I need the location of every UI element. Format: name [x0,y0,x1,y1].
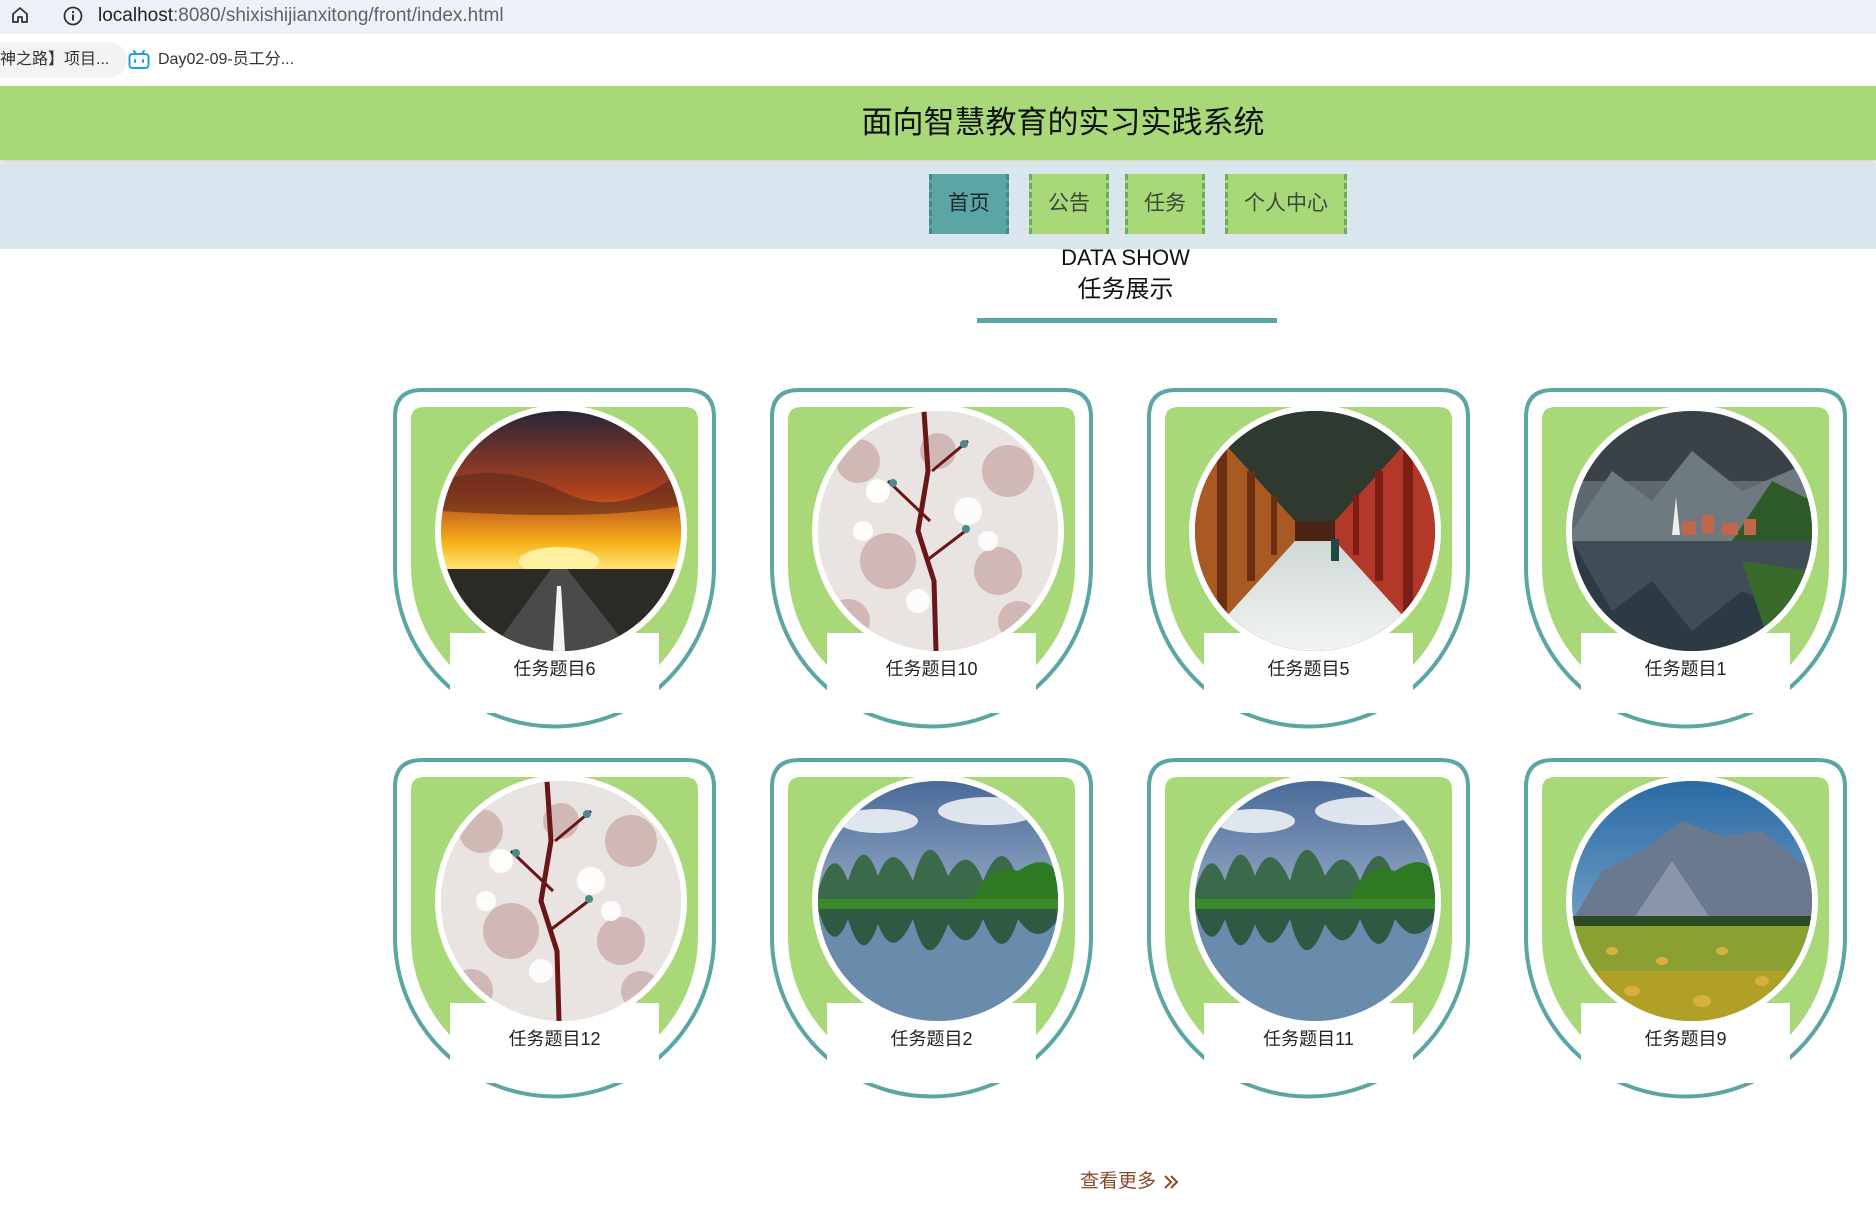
task-image[interactable] [1189,775,1441,1027]
double-chevron-right-icon [1164,1175,1179,1189]
nav-announcements[interactable]: 公告 [1029,174,1109,234]
task-image[interactable] [1566,405,1818,657]
task-card[interactable]: 任务题目11 [1146,757,1471,1100]
task-card[interactable]: 任务题目5 [1146,387,1471,730]
task-title: 任务题目6 [513,659,596,679]
task-title: 任务题目11 [1263,1029,1354,1049]
task-card[interactable]: 任务题目2 [769,757,1094,1100]
task-title: 任务题目5 [1267,659,1350,679]
bookmark-item[interactable]: Day02-09-员工分... [128,42,294,78]
site-header: 面向智慧教育的实习实践系统 [0,86,1876,160]
task-card[interactable]: 任务题目6 [392,387,717,730]
site-info-icon[interactable] [62,5,84,27]
section-subtitle: DATA SHOW [1061,245,1190,270]
task-image[interactable] [812,775,1064,1027]
task-title: 任务题目2 [890,1029,973,1049]
site-title: 面向智慧教育的实习实践系统 [861,105,1265,140]
task-card[interactable]: 任务题目12 [392,757,717,1100]
bookmark-label: 神之路】项目... [0,51,110,68]
task-title: 任务题目9 [1644,1029,1727,1049]
section-divider [977,318,1277,323]
bilibili-tv-icon [128,50,150,69]
nav-tasks[interactable]: 任务 [1125,174,1205,234]
view-more-label: 查看更多 [1080,1171,1157,1192]
url-path: :8080/shixishijianxitong/front/index.htm… [173,5,504,26]
address-bar: localhost:8080/shixishijianxitong/front/… [0,0,1876,34]
task-image[interactable] [812,405,1064,657]
task-image[interactable] [435,405,687,657]
bookmarks-bar: 神之路】项目... Day02-09-员工分... [0,34,1876,86]
task-title: 任务题目10 [885,659,978,679]
task-card[interactable]: 任务题目9 [1523,757,1848,1100]
task-title: 任务题目12 [508,1029,601,1049]
url-field[interactable]: localhost:8080/shixishijianxitong/front/… [98,4,504,28]
home-icon[interactable] [8,3,32,27]
task-title: 任务题目1 [1644,659,1727,679]
bookmark-label: Day02-09-员工分... [158,51,295,68]
task-image[interactable] [1189,405,1441,657]
nav-home[interactable]: 首页 [929,174,1009,234]
section-title: 任务展示 [1077,276,1174,303]
task-card[interactable]: 任务题目1 [1523,387,1848,730]
task-image[interactable] [435,775,687,1027]
bookmark-item[interactable]: 神之路】项目... [0,42,128,78]
nav-personal-center[interactable]: 个人中心 [1225,174,1347,234]
task-card[interactable]: 任务题目10 [769,387,1094,730]
task-image[interactable] [1566,775,1818,1027]
main-nav: 首页 公告 任务 个人中心 [0,163,1876,249]
view-more-link[interactable]: 查看更多 [1080,1168,1180,1196]
url-host: localhost [98,5,173,26]
